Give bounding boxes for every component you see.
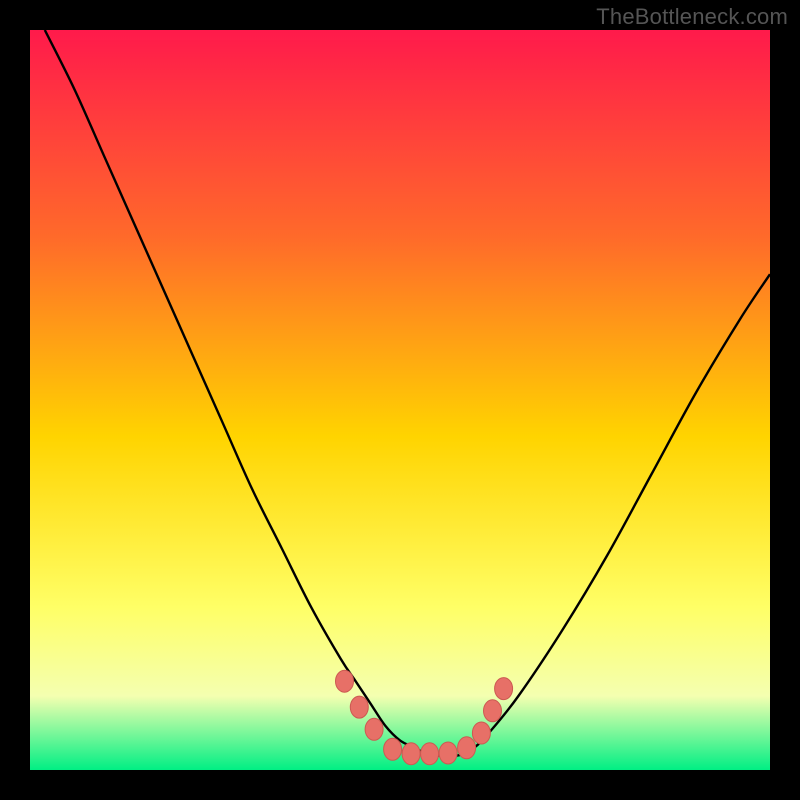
- curve-marker: [365, 718, 383, 740]
- chart-frame: TheBottleneck.com: [0, 0, 800, 800]
- attribution-text: TheBottleneck.com: [596, 4, 788, 30]
- curve-marker: [350, 696, 368, 718]
- curve-marker: [484, 700, 502, 722]
- curve-marker: [439, 742, 457, 764]
- curve-marker: [458, 737, 476, 759]
- curve-marker: [472, 722, 490, 744]
- curve-marker: [421, 743, 439, 765]
- curve-marker: [402, 743, 420, 765]
- curve-markers: [336, 670, 513, 765]
- plot-area: [30, 30, 770, 770]
- curve-marker: [336, 670, 354, 692]
- curve-marker: [495, 678, 513, 700]
- bottleneck-curve: [45, 30, 770, 756]
- curve-layer: [30, 30, 770, 770]
- curve-marker: [384, 738, 402, 760]
